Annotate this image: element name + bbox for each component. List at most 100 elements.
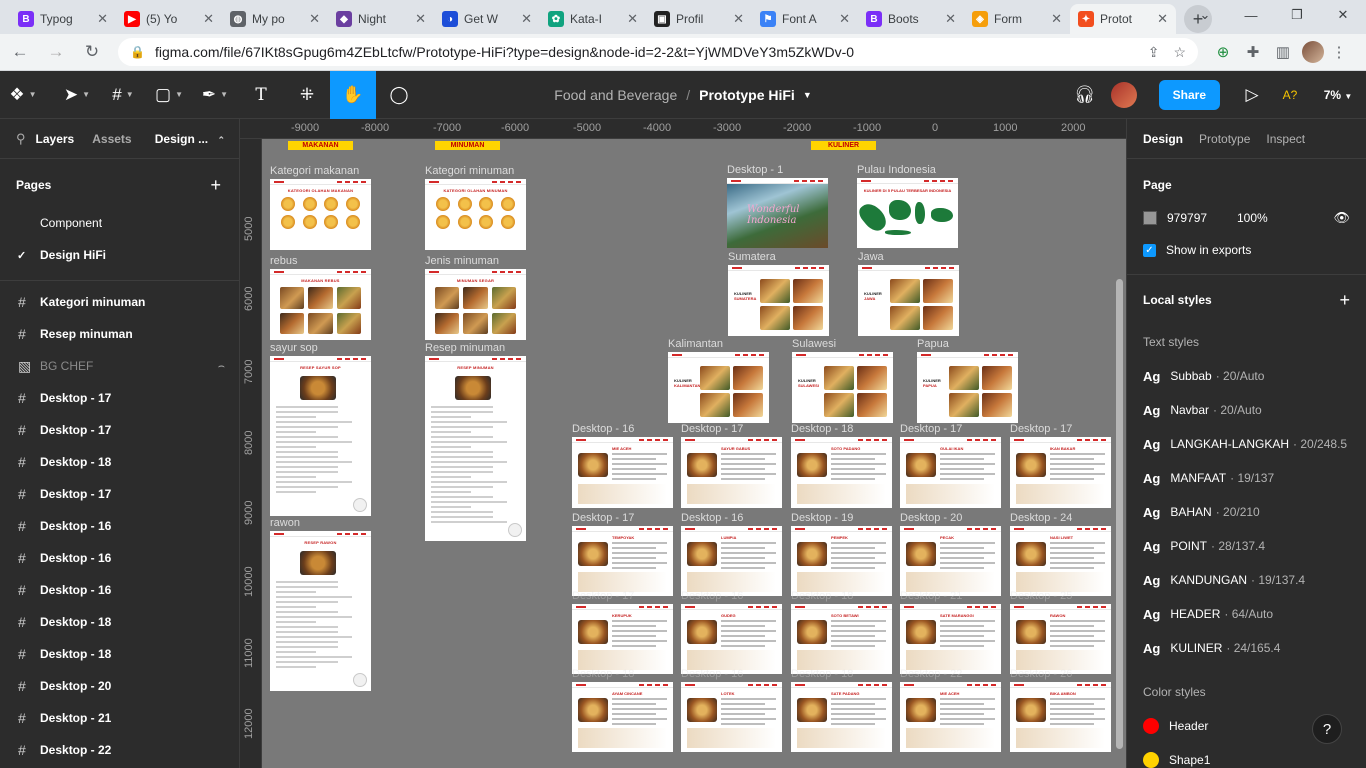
frame-pulau-indonesia[interactable]: KULINER DI 5 PULAU TERBESAR INDONESIA [857,178,958,248]
frame-desktop-dish[interactable]: SOTO PADANG [791,437,892,508]
frame-desktop-dish[interactable]: MIE ACEH [572,437,673,508]
close-icon[interactable]: ✕ [203,11,214,27]
layer-item[interactable]: # Desktop - 17 [0,382,239,414]
browser-tab[interactable]: ✦ Protot ✕ [1070,4,1176,34]
design-canvas[interactable]: MAKANAN MINUMAN KULINER Kategori makanan… [262,139,1126,768]
layer-item[interactable]: # Resep minuman [0,318,239,350]
frame-sayur-sop[interactable]: RESEP SAYUR SOP [270,356,371,516]
frame-desktop-dish[interactable]: BIKA AMBON [1010,682,1111,752]
frame-resep-minuman[interactable]: RESEP MINUMAN [425,356,526,541]
frame-label[interactable]: Desktop - 17 [572,512,634,524]
frame-label[interactable]: Desktop - 17 [572,590,634,602]
frame-rebus[interactable]: MAKANAN REBUS [270,269,371,340]
text-style-item[interactable]: Ag POINT · 28/137.4 [1127,529,1366,563]
frame-label[interactable]: Desktop - 16 [572,423,634,435]
browser-tab[interactable]: B Typog ✕ [10,4,116,34]
main-menu-button[interactable]: ❖ ▼ [0,71,46,119]
frame-desktop-dish[interactable]: IKAN BAKAR [1010,437,1111,508]
profile-avatar[interactable] [1302,41,1324,63]
frame-desktop-dish[interactable]: LOTEK [681,682,782,752]
frame-label[interactable]: Desktop - 18 [572,668,634,680]
tab-layers[interactable]: Layers [36,132,75,146]
frame-label[interactable]: Kategori minuman [425,165,514,177]
close-icon[interactable]: ✕ [627,11,638,27]
show-in-exports-checkbox[interactable]: ✓ [1143,243,1156,257]
frame-desktop-dish[interactable]: SATE MARANGGI [900,604,1001,674]
frame-label[interactable]: Desktop - 17 [1010,423,1072,435]
browser-tab[interactable]: ⚑ Font A ✕ [752,4,858,34]
frame-label[interactable]: Desktop - 17 [681,423,743,435]
share-page-icon[interactable]: ⇪ [1148,44,1160,61]
frame-tool[interactable]: # ▼ [100,71,146,119]
frame-label[interactable]: Desktop - 1 [727,164,783,176]
layer-item[interactable]: # Desktop - 16 [0,542,239,574]
close-icon[interactable]: ✕ [309,11,320,27]
frame-label[interactable]: Desktop - 20 [900,512,962,524]
close-window-button[interactable]: ✕ [1320,0,1366,30]
close-icon[interactable]: ✕ [733,11,744,27]
hidden-eye-icon[interactable]: ⌢ [218,360,225,373]
url-text[interactable]: figma.com/file/67IKt8sGpug6m4ZEbLtcfw/Pr… [155,44,1134,60]
frame-label[interactable]: Desktop - 17 [900,423,962,435]
close-icon[interactable]: ✕ [945,11,956,27]
layer-item[interactable]: ▧ BG CHEF ⌢ [0,350,239,382]
text-style-item[interactable]: Ag KULINER · 24/165.4 [1127,631,1366,665]
browser-tab[interactable]: ◍ My po ✕ [222,4,328,34]
help-button[interactable]: ? [1312,714,1342,744]
text-style-item[interactable]: Ag Subbab · 20/Auto [1127,359,1366,393]
frame-sumatera[interactable]: KULINER SUMATERA [728,265,829,336]
page-item[interactable]: Component [0,207,239,239]
accessibility-check-button[interactable]: A? [1270,88,1310,102]
text-style-item[interactable]: Ag BAHAN · 20/210 [1127,495,1366,529]
frame-label[interactable]: Pulau Indonesia [857,164,936,176]
frame-desktop-dish[interactable]: MIE ACEH [900,682,1001,752]
close-icon[interactable]: ✕ [1051,11,1062,27]
menu-kebab-icon[interactable]: ⋮ [1324,37,1354,67]
text-style-item[interactable]: Ag MANFAAT · 19/137 [1127,461,1366,495]
frame-label[interactable]: Desktop - 24 [1010,512,1072,524]
tab-design[interactable]: Design [1143,132,1183,146]
layer-item[interactable]: # Desktop - 17 [0,414,239,446]
layer-item[interactable]: # Desktop - 16 [0,574,239,606]
share-button[interactable]: Share [1158,80,1220,110]
frame-label[interactable]: Desktop - 18 [791,668,853,680]
browser-tab[interactable]: ▶ (5) Yo ✕ [116,4,222,34]
frame-desktop-dish[interactable]: LUMPIA [681,526,782,596]
text-tool[interactable]: T [238,71,284,119]
frame-label[interactable]: Desktop - 25 [1010,590,1072,602]
frame-label[interactable]: sayur sop [270,342,318,354]
frame-desktop-dish[interactable]: AYAM CINCANE [572,682,673,752]
collaborator-avatar[interactable] [1110,82,1137,108]
frame-label[interactable]: Jawa [858,251,884,263]
frame-label[interactable]: Desktop - 18 [791,423,853,435]
color-style-item[interactable]: Shape1 [1127,743,1366,768]
frame-label[interactable]: Papua [917,338,949,350]
browser-tab[interactable]: ◆ Night ✕ [328,4,434,34]
browser-tab[interactable]: ✿ Kata-I ✕ [540,4,646,34]
close-icon[interactable]: ✕ [839,11,850,27]
frame-label[interactable]: Desktop - 16 [681,590,743,602]
frame-jenis-minuman[interactable]: MINUMAN SEGAR [425,269,526,340]
tab-prototype[interactable]: Prototype [1199,132,1250,146]
frame-label[interactable]: rawon [270,517,300,529]
add-page-button[interactable]: + [210,175,221,196]
frame-desktop-dish[interactable]: SATE PADANG [791,682,892,752]
page-opacity[interactable]: 100% [1237,211,1268,225]
frame-label[interactable]: Desktop - 21 [900,590,962,602]
minimize-button[interactable]: — [1228,0,1274,30]
browser-tab[interactable]: ▣ Profil ✕ [646,4,752,34]
frame-desktop-dish[interactable]: SAYUR GABUS [681,437,782,508]
back-button[interactable]: ← [4,36,36,68]
layer-item[interactable]: # Desktop - 18 [0,606,239,638]
text-style-item[interactable]: Ag LANGKAH-LANGKAH · 20/248.5 [1127,427,1366,461]
frame-kategori-minuman[interactable]: KATEGORI OLAHAN MINUMAN [425,179,526,250]
frame-desktop-dish[interactable]: TEMPOYAK [572,526,673,596]
tab-assets[interactable]: Assets [92,132,131,146]
document-title[interactable]: Prototype HiFi [699,87,795,103]
frame-label[interactable]: Kategori makanan [270,165,359,177]
close-icon[interactable]: ✕ [97,11,108,27]
restore-button[interactable]: ❐ [1274,0,1320,30]
eye-icon[interactable]: 👁︎ [1333,210,1350,226]
zoom-level[interactable]: 7% ▼ [1310,88,1366,102]
search-icon[interactable]: ⚲ [16,131,26,147]
